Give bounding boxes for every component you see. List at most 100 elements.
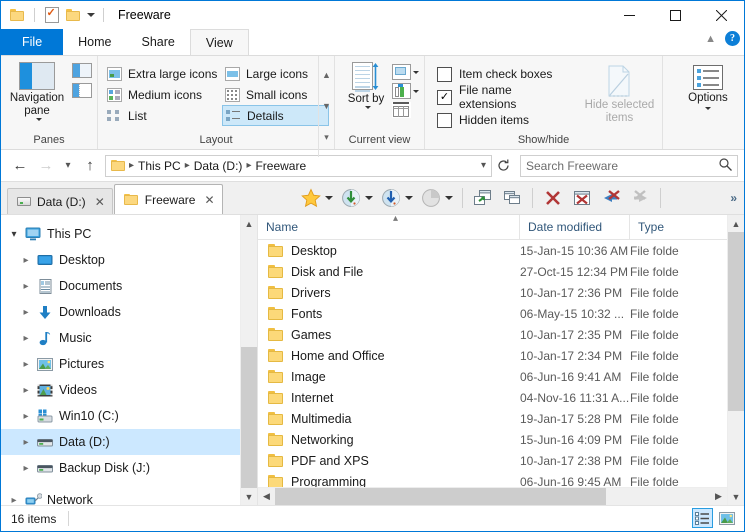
close-window-icon[interactable] — [569, 185, 595, 211]
table-row[interactable]: Fonts 06-May-15 10:32 ... File folde — [258, 303, 727, 324]
group-icon[interactable] — [418, 185, 444, 211]
favorites-caret-icon[interactable] — [325, 196, 333, 200]
chevron-collapsed-icon[interactable]: ▸ — [17, 333, 35, 344]
tree-item-downloads[interactable]: ▸ Downloads — [1, 299, 240, 325]
chevron-down-icon[interactable] — [365, 106, 371, 109]
tab-file[interactable]: File — [1, 29, 63, 55]
scroll-thumb[interactable] — [728, 232, 744, 411]
column-header-name[interactable]: Name — [258, 215, 520, 239]
up-button[interactable]: ↑ — [77, 153, 103, 179]
table-row[interactable]: PDF and XPS 10-Jan-17 2:38 PM File folde — [258, 450, 727, 471]
tab-view[interactable]: View — [190, 29, 249, 55]
file-name-extensions-option[interactable]: ✓ File name extensions — [437, 87, 558, 107]
duplicate-window-icon[interactable] — [499, 185, 525, 211]
close-left-tabs-icon[interactable] — [598, 185, 624, 211]
checkbox-unchecked[interactable] — [437, 67, 452, 82]
checkbox-checked[interactable]: ✓ — [437, 90, 452, 105]
layout-medium-icons[interactable]: Medium icons — [104, 84, 222, 105]
item-check-boxes-option[interactable]: Item check boxes — [437, 64, 558, 84]
chevron-down-icon[interactable]: ▾ — [480, 160, 487, 171]
chevron-collapsed-icon[interactable]: ▸ — [17, 463, 35, 474]
chevron-down-icon[interactable] — [413, 71, 419, 74]
minimize-icon[interactable] — [606, 1, 652, 29]
close-tab-icon[interactable]: ✕ — [95, 195, 105, 209]
scroll-up-button[interactable]: ▲ — [241, 215, 257, 232]
address-field[interactable]: ▸ This PC ▸ Data (D:) ▸ Freeware ▾ — [105, 155, 492, 177]
layout-extra-large-icons[interactable]: Extra large icons — [104, 63, 222, 84]
scroll-track[interactable] — [275, 488, 710, 505]
navigation-pane-button[interactable]: Navigation pane — [6, 58, 68, 121]
chevron-collapsed-icon[interactable]: ▸ — [17, 437, 35, 448]
layout-list[interactable]: List — [104, 105, 222, 126]
customize-caret-icon[interactable] — [87, 13, 95, 17]
clone-tab-icon[interactable] — [470, 185, 496, 211]
file-list-vertical-scrollbar[interactable]: ▲ ▼ — [727, 215, 744, 505]
add-columns-button[interactable] — [392, 64, 419, 80]
table-row[interactable]: Home and Office 10-Jan-17 2:34 PM File f… — [258, 345, 727, 366]
chevron-collapsed-icon[interactable]: ▸ — [17, 385, 35, 396]
scroll-thumb[interactable] — [241, 347, 257, 488]
scroll-thumb[interactable] — [275, 488, 606, 505]
tree-item-music[interactable]: ▸ Music — [1, 325, 240, 351]
layout-small-icons[interactable]: Small icons — [222, 84, 329, 105]
forward-button[interactable]: → — [33, 153, 59, 179]
scroll-up-button[interactable]: ▲ — [728, 215, 744, 232]
maximize-icon[interactable] — [652, 1, 698, 29]
size-columns-button[interactable] — [392, 83, 419, 99]
tree-item-documents[interactable]: ▸ Documents — [1, 273, 240, 299]
tree-item-network[interactable]: ▸ Network — [1, 487, 240, 505]
chevron-collapsed-icon[interactable]: ▸ — [17, 411, 35, 422]
folder-icon[interactable] — [9, 7, 26, 24]
download-globe-icon[interactable] — [338, 185, 364, 211]
layout-gallery-scroll[interactable]: ▲ ▼ ▾ — [318, 56, 334, 157]
tree-item-data-d[interactable]: ▸ Data (D:) — [1, 429, 240, 455]
layout-large-icons[interactable]: Large icons — [222, 63, 329, 84]
details-view-button[interactable] — [692, 508, 713, 528]
table-row[interactable]: Games 10-Jan-17 2:35 PM File folde — [258, 324, 727, 345]
table-row[interactable]: Desktop 15-Jan-15 10:36 AM File folde — [258, 240, 727, 261]
chevron-down-icon[interactable] — [413, 90, 419, 93]
column-header-date-modified[interactable]: Date modified — [520, 215, 630, 239]
group-caret-icon[interactable] — [445, 196, 453, 200]
table-row[interactable]: Disk and File 27-Oct-15 12:34 PM File fo… — [258, 261, 727, 282]
chevron-up-icon[interactable]: ▲ — [705, 33, 716, 45]
scroll-left-button[interactable]: ◀ — [258, 491, 275, 502]
tree-item-videos[interactable]: ▸ Videos — [1, 377, 240, 403]
tree-item-pictures[interactable]: ▸ Pictures — [1, 351, 240, 377]
search-icon[interactable] — [719, 158, 732, 174]
close-tab-icon[interactable]: ✕ — [204, 193, 214, 207]
recent-locations-button[interactable]: ▾ — [59, 153, 77, 179]
scroll-track[interactable] — [241, 232, 257, 488]
refresh-button[interactable] — [492, 153, 514, 179]
column-header-type[interactable]: Type — [630, 215, 708, 239]
properties-icon[interactable] — [43, 7, 60, 24]
options-button[interactable]: Options — [677, 60, 739, 110]
chevron-expanded-icon[interactable]: ▾ — [5, 229, 23, 240]
scroll-down-icon[interactable]: ▼ — [322, 101, 331, 111]
breadcrumb-data-d[interactable]: Data (D:) — [191, 159, 246, 173]
layout-details[interactable]: Details — [222, 105, 329, 126]
table-row[interactable]: Multimedia 19-Jan-17 5:28 PM File folde — [258, 408, 727, 429]
back-button[interactable]: ← — [7, 153, 33, 179]
toolbar-overflow-icon[interactable]: » — [730, 191, 744, 205]
tab-home[interactable]: Home — [63, 29, 126, 55]
chevron-collapsed-icon[interactable]: ▸ — [5, 495, 23, 506]
explorer-tab-data-d[interactable]: Data (D:) ✕ — [7, 188, 113, 214]
breadcrumb-freeware[interactable]: Freeware — [252, 159, 309, 173]
close-right-tabs-icon[interactable] — [627, 185, 653, 211]
scroll-up-icon[interactable]: ▲ — [322, 70, 331, 80]
scroll-track[interactable] — [728, 232, 744, 488]
breadcrumb-this-pc[interactable]: This PC — [135, 159, 184, 173]
details-pane-icon[interactable] — [72, 83, 92, 98]
navigation-pane-scrollbar[interactable]: ▲ ▼ — [240, 215, 257, 505]
tree-item-backup-disk-j[interactable]: ▸ Backup Disk (J:) — [1, 455, 240, 481]
scroll-down-button[interactable]: ▼ — [241, 488, 257, 505]
close-tab-icon[interactable] — [540, 185, 566, 211]
preview-pane-icon[interactable] — [72, 63, 92, 78]
chevron-collapsed-icon[interactable]: ▸ — [17, 255, 35, 266]
table-row[interactable]: Internet 04-Nov-16 11:31 A... File folde — [258, 387, 727, 408]
chevron-collapsed-icon[interactable]: ▸ — [17, 281, 35, 292]
chevron-collapsed-icon[interactable]: ▸ — [17, 307, 35, 318]
scroll-right-button[interactable]: ▶ — [710, 491, 727, 502]
large-icons-view-button[interactable] — [716, 508, 737, 528]
